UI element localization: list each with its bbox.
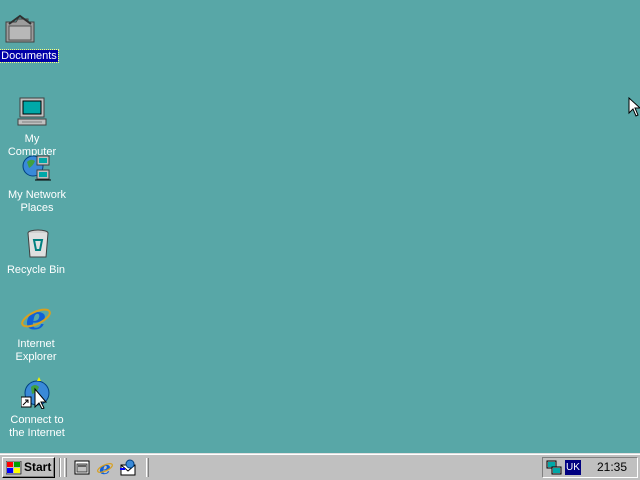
desktop-icon-connect-to-internet[interactable]: Connect to the Internet <box>0 377 74 441</box>
desktop-icon-internet-explorer[interactable]: e Internet Explorer <box>0 302 72 366</box>
network-status-icon[interactable] <box>546 459 562 475</box>
desktop-icon-label: Documents <box>0 49 59 63</box>
desktop-icon-label: My Network Places <box>7 189 67 214</box>
taskbar-separator <box>59 458 61 477</box>
quick-launch-grip[interactable] <box>64 458 67 477</box>
windows-logo-icon <box>6 461 22 475</box>
desktop-icon-my-computer[interactable]: My Computer <box>0 96 64 158</box>
desktop-icon-label: Recycle Bin <box>6 264 66 276</box>
connect-wizard-icon <box>21 377 50 409</box>
network-icon <box>22 155 51 181</box>
desktop-icon-label: Internet Explorer <box>15 338 57 363</box>
svg-text:e: e <box>26 302 46 334</box>
desktop-icon-documents[interactable]: Documents <box>0 14 59 64</box>
language-indicator[interactable]: UK <box>565 460 581 475</box>
svg-text:e: e <box>99 459 110 477</box>
taskbar: Start e UK 21:35 <box>0 453 640 480</box>
folder-icon <box>5 14 35 43</box>
desktop-icon-my-network-places[interactable]: My Network Places <box>0 152 74 214</box>
show-desktop-icon[interactable] <box>73 459 91 477</box>
desktop-icon-label: Connect to the Internet <box>9 414 65 439</box>
recycle-bin-icon <box>27 229 49 258</box>
start-button[interactable]: Start <box>2 457 55 478</box>
mouse-cursor-icon <box>628 97 640 117</box>
outlook-express-icon[interactable] <box>119 459 137 477</box>
ie-icon[interactable]: e <box>96 459 114 477</box>
system-tray: UK 21:35 <box>542 457 638 478</box>
computer-icon <box>17 97 47 126</box>
ie-icon: e <box>21 302 51 334</box>
desktop-icon-recycle-bin[interactable]: Recycle Bin <box>0 228 72 278</box>
taskbar-grip[interactable] <box>146 458 149 477</box>
start-label: Start <box>24 460 52 474</box>
clock[interactable]: 21:35 <box>589 458 635 477</box>
